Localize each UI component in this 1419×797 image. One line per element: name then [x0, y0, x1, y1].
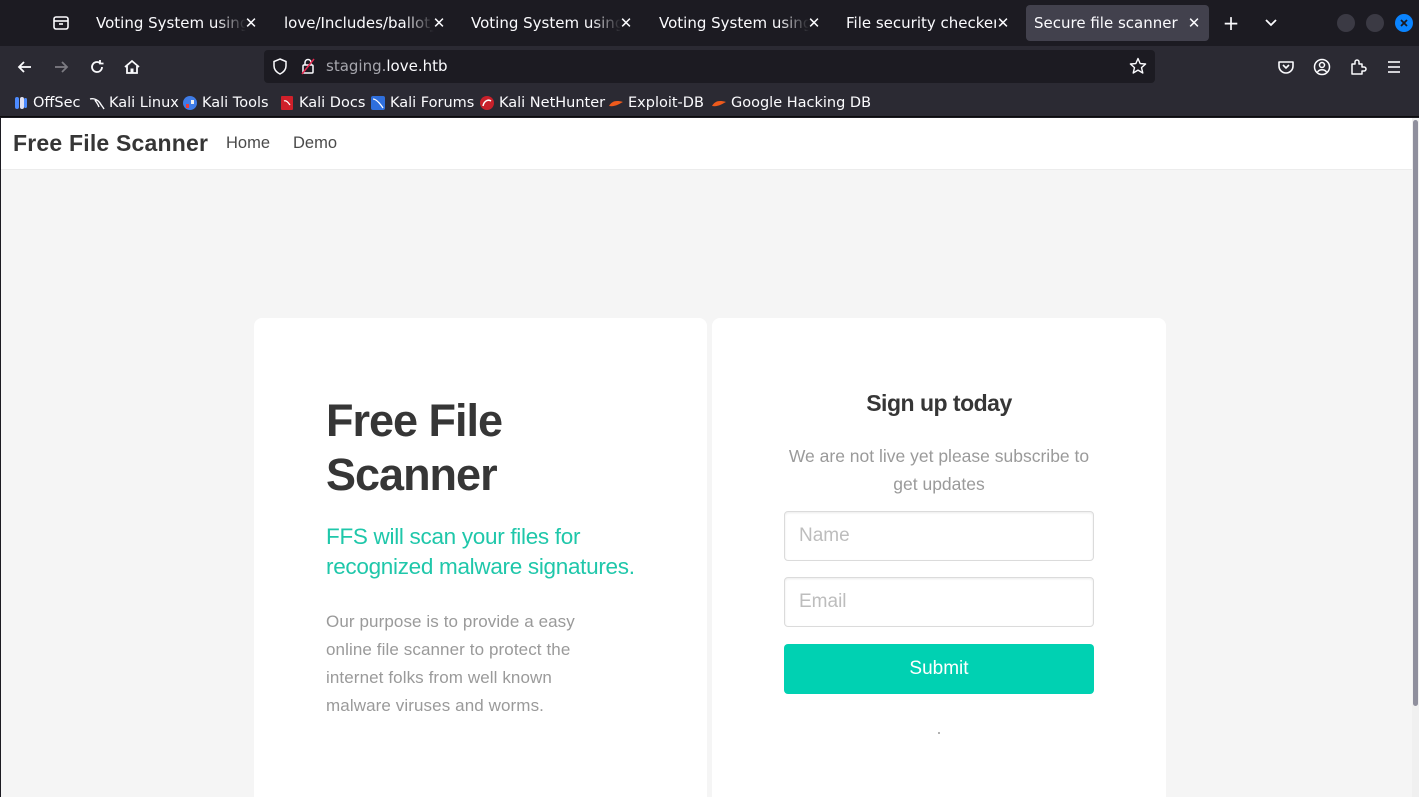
tab-title: Voting System using PHP — [659, 14, 809, 32]
signup-card: Sign up today We are not live yet please… — [712, 318, 1166, 797]
reload-icon[interactable] — [85, 55, 109, 79]
close-tab-icon[interactable]: ✕ — [617, 14, 635, 32]
tab-bar: Voting System using PHP ✕ love/Includes/… — [0, 0, 1419, 46]
close-tab-icon[interactable]: ✕ — [994, 14, 1012, 32]
bookmark-kali-nethunter[interactable]: Kali NetHunter — [479, 92, 605, 114]
close-tab-icon[interactable]: ✕ — [1185, 14, 1203, 32]
hero-subtitle: FFS will scan your files for recognized … — [326, 524, 635, 579]
bookmark-google-hacking-db[interactable]: Google Hacking DB — [711, 92, 871, 114]
tab[interactable]: Voting System using PHP ✕ — [651, 5, 829, 41]
bookmark-kali-tools[interactable]: Kali Tools — [182, 92, 269, 114]
tab-title: Secure file scanner — [1034, 14, 1178, 32]
email-field[interactable] — [784, 577, 1094, 627]
name-field[interactable] — [784, 511, 1094, 561]
url-domain: love.htb — [386, 57, 448, 75]
page-scrollbar[interactable] — [1412, 118, 1419, 797]
bookmark-label: Google Hacking DB — [731, 95, 872, 111]
close-tab-icon[interactable]: ✕ — [242, 14, 260, 32]
minimize-button[interactable] — [1337, 14, 1355, 32]
close-tab-icon[interactable]: ✕ — [805, 14, 823, 32]
bookmark-exploit-db[interactable]: Exploit-DB — [608, 92, 704, 114]
bookmark-label: OffSec — [33, 95, 81, 111]
bookmark-label: Kali NetHunter — [499, 95, 606, 111]
ghdb-icon — [711, 95, 727, 111]
kali-docs-icon — [279, 95, 295, 111]
forward-arrow-icon[interactable] — [49, 55, 73, 79]
account-icon[interactable] — [1310, 55, 1334, 79]
bookmark-kali-linux[interactable]: Kali Linux — [89, 92, 179, 114]
hero-card: Free File Scanner FFS will scan your fil… — [254, 318, 707, 797]
divider-dot — [938, 732, 940, 734]
kali-tools-icon — [182, 95, 198, 111]
insecure-lock-icon[interactable] — [301, 58, 315, 79]
close-window-button[interactable] — [1395, 14, 1413, 32]
bookmark-star-icon[interactable] — [1129, 57, 1147, 79]
offsec-icon — [13, 95, 29, 111]
bookmark-kali-docs[interactable]: Kali Docs — [279, 92, 365, 114]
nethunter-icon — [479, 95, 495, 111]
new-tab-icon[interactable]: + — [1220, 11, 1242, 35]
site-navbar: Free File Scanner Home Demo — [1, 118, 1412, 170]
url-subdomain: staging. — [326, 57, 387, 75]
chevron-down-icon[interactable] — [1260, 12, 1282, 34]
maximize-button[interactable] — [1366, 14, 1384, 32]
exploit-db-icon — [608, 95, 624, 111]
home-icon[interactable] — [120, 55, 144, 79]
scrollbar-thumb[interactable] — [1413, 120, 1418, 706]
bookmark-label: Kali Docs — [299, 95, 366, 111]
submit-button[interactable]: Submit — [784, 644, 1094, 694]
hamburger-menu-icon[interactable] — [1382, 55, 1406, 79]
nav-link-home[interactable]: Home — [226, 134, 270, 153]
kali-dragon-icon — [89, 95, 105, 111]
address-bar[interactable]: staging.love.htb — [264, 50, 1155, 83]
hero-title: Free File Scanner — [326, 395, 503, 500]
bookmark-offsec[interactable]: OffSec — [13, 92, 81, 114]
back-arrow-icon[interactable] — [13, 55, 37, 79]
close-tab-icon[interactable]: ✕ — [430, 14, 448, 32]
url-text[interactable]: staging.love.htb — [326, 57, 448, 75]
bookmark-label: Exploit-DB — [628, 95, 704, 111]
tab[interactable]: Voting System using PHP ✕ — [88, 5, 266, 41]
page-viewport: Free File Scanner Home Demo Free File Sc… — [1, 118, 1412, 797]
pocket-icon[interactable] — [1274, 55, 1298, 79]
kali-forums-icon — [370, 95, 386, 111]
site-brand[interactable]: Free File Scanner — [13, 130, 208, 157]
tab-title: Voting System using PHP — [96, 14, 246, 32]
tab-active[interactable]: Secure file scanner ✕ — [1026, 5, 1209, 41]
signup-title: Sign up today — [866, 390, 1012, 416]
tab-title: love/Includes/ballot_modal.php — [284, 14, 434, 32]
hero-description: Our purpose is to provide a easy online … — [326, 612, 575, 715]
shield-icon[interactable] — [272, 58, 288, 79]
bookmark-label: Kali Tools — [202, 95, 269, 111]
firefox-view-icon[interactable] — [50, 12, 72, 34]
navigation-toolbar: staging.love.htb — [0, 46, 1419, 88]
nav-link-demo[interactable]: Demo — [293, 134, 337, 153]
extensions-icon[interactable] — [1346, 55, 1370, 79]
tab[interactable]: Voting System using PHP ✕ — [463, 5, 641, 41]
signup-description: We are not live yet please subscribe to … — [788, 446, 1090, 494]
bookmark-label: Kali Forums — [390, 95, 475, 111]
close-icon — [1400, 19, 1408, 27]
bookmarks-toolbar: OffSec Kali Linux Kali Tools Kali Docs K… — [0, 88, 1419, 117]
tab-title: Voting System using PHP — [471, 14, 621, 32]
bookmark-label: Kali Linux — [109, 95, 179, 111]
tab[interactable]: love/Includes/ballot_modal.php ✕ — [276, 5, 454, 41]
tab[interactable]: File security checker ✕ — [838, 5, 1018, 41]
bookmark-kali-forums[interactable]: Kali Forums — [370, 92, 474, 114]
tab-title: File security checker — [846, 14, 996, 32]
